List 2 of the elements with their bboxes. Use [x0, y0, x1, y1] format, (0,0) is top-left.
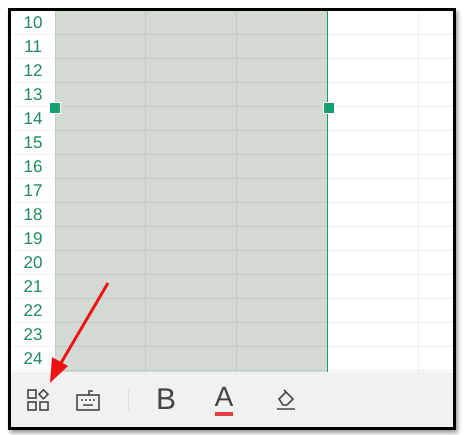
bold-button[interactable]: B [143, 372, 189, 427]
font-color-button[interactable]: A [214, 383, 234, 411]
